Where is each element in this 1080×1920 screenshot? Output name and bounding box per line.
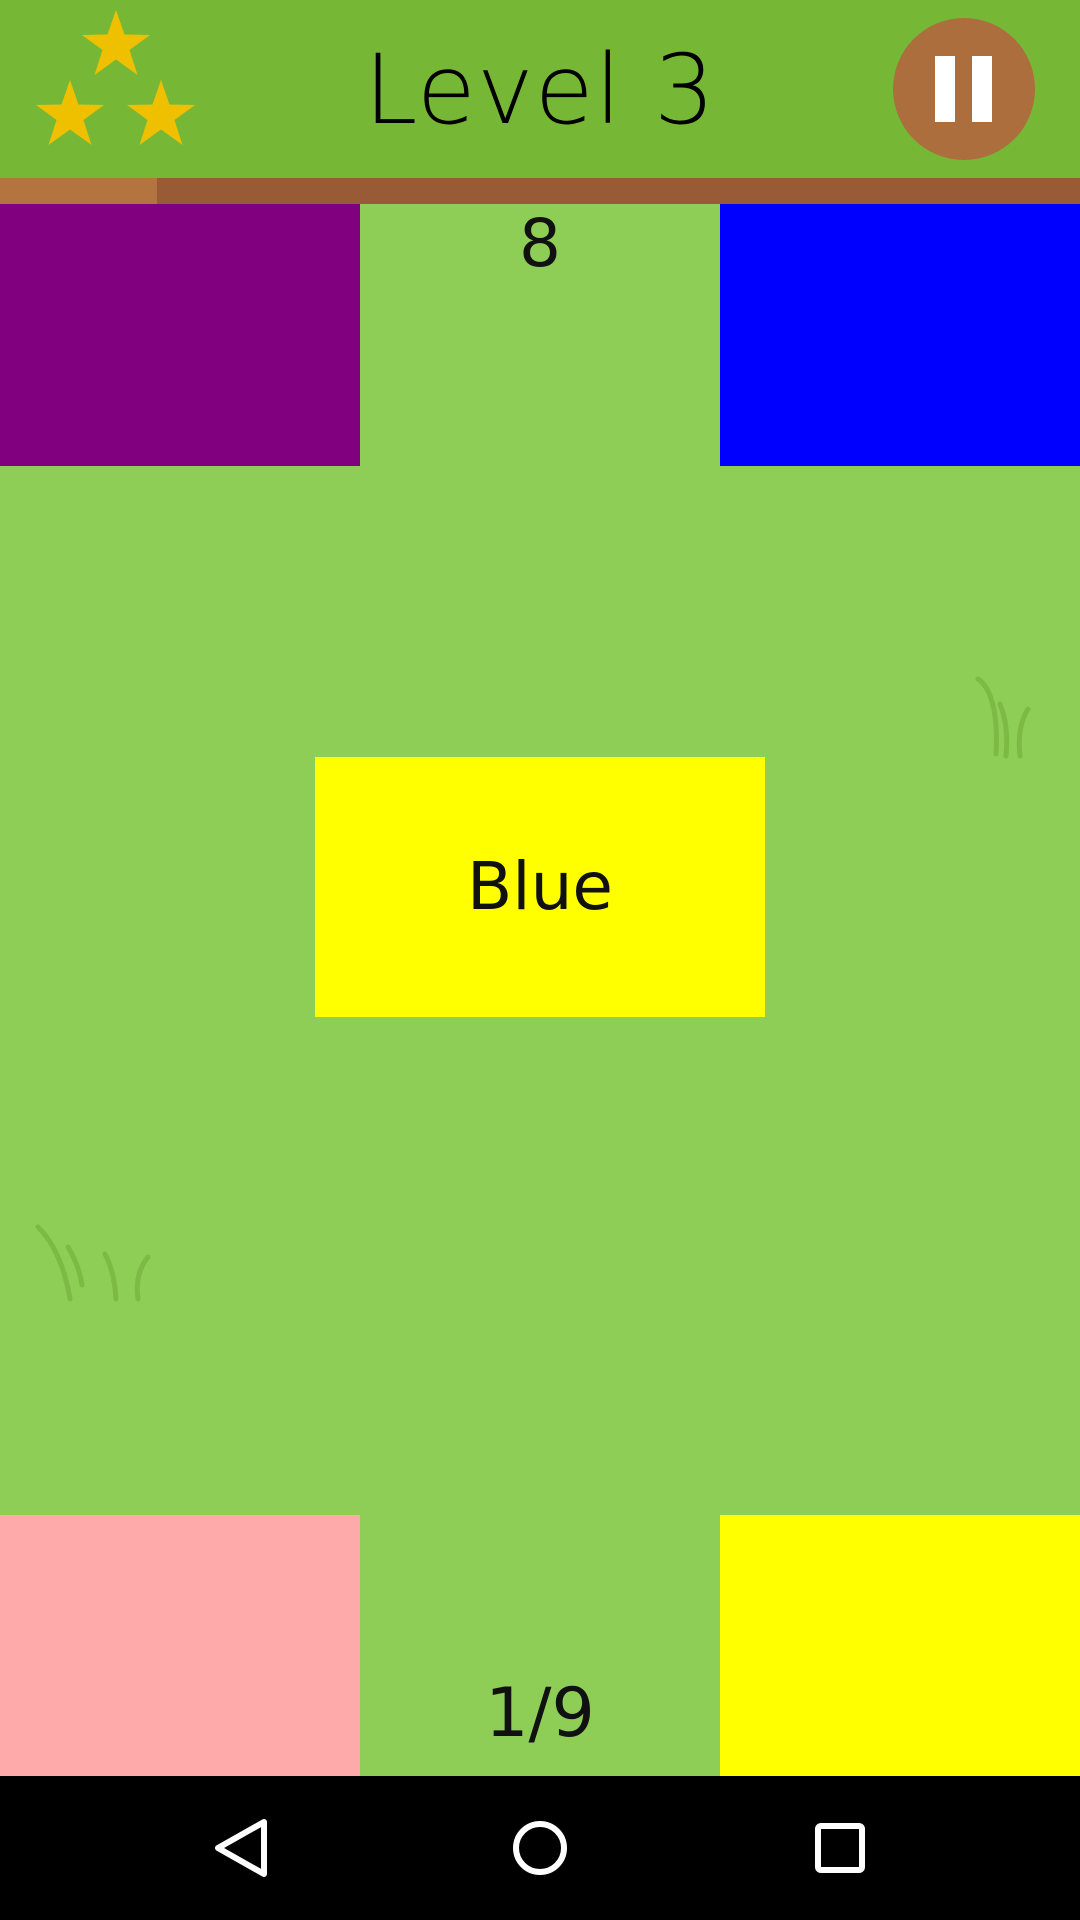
star-icon <box>82 10 150 75</box>
recents-square-icon[interactable] <box>790 1798 890 1898</box>
color-tile-bottom-left[interactable] <box>0 1515 360 1776</box>
color-word: Blue <box>466 848 614 925</box>
color-tile-bottom-right[interactable] <box>720 1515 1080 1776</box>
star-icon <box>36 80 104 145</box>
grass-decoration-icon <box>975 676 1031 759</box>
color-tile-top-left[interactable] <box>0 204 360 466</box>
grass-decoration-icon <box>35 1224 151 1302</box>
round-progress: 1/9 <box>485 1674 595 1753</box>
game-header: Level 3 <box>0 0 1080 178</box>
color-word-card: Blue <box>315 757 765 1017</box>
game-board: 8 Blue 1/9 <box>0 204 1080 1776</box>
stars-rating <box>36 10 195 145</box>
level-title: Level 3 <box>364 34 716 146</box>
home-circle-icon[interactable] <box>490 1798 590 1898</box>
back-triangle-icon[interactable] <box>190 1798 290 1898</box>
android-nav-bar <box>0 1776 1080 1920</box>
timer-bar <box>0 178 1080 204</box>
pause-icon <box>972 56 992 122</box>
pause-icon <box>935 56 955 122</box>
star-icon <box>127 80 195 145</box>
countdown-counter: 8 <box>519 205 561 282</box>
timer-bar-fill <box>0 178 157 204</box>
pause-button[interactable] <box>893 18 1035 160</box>
color-tile-top-right[interactable] <box>720 204 1080 466</box>
